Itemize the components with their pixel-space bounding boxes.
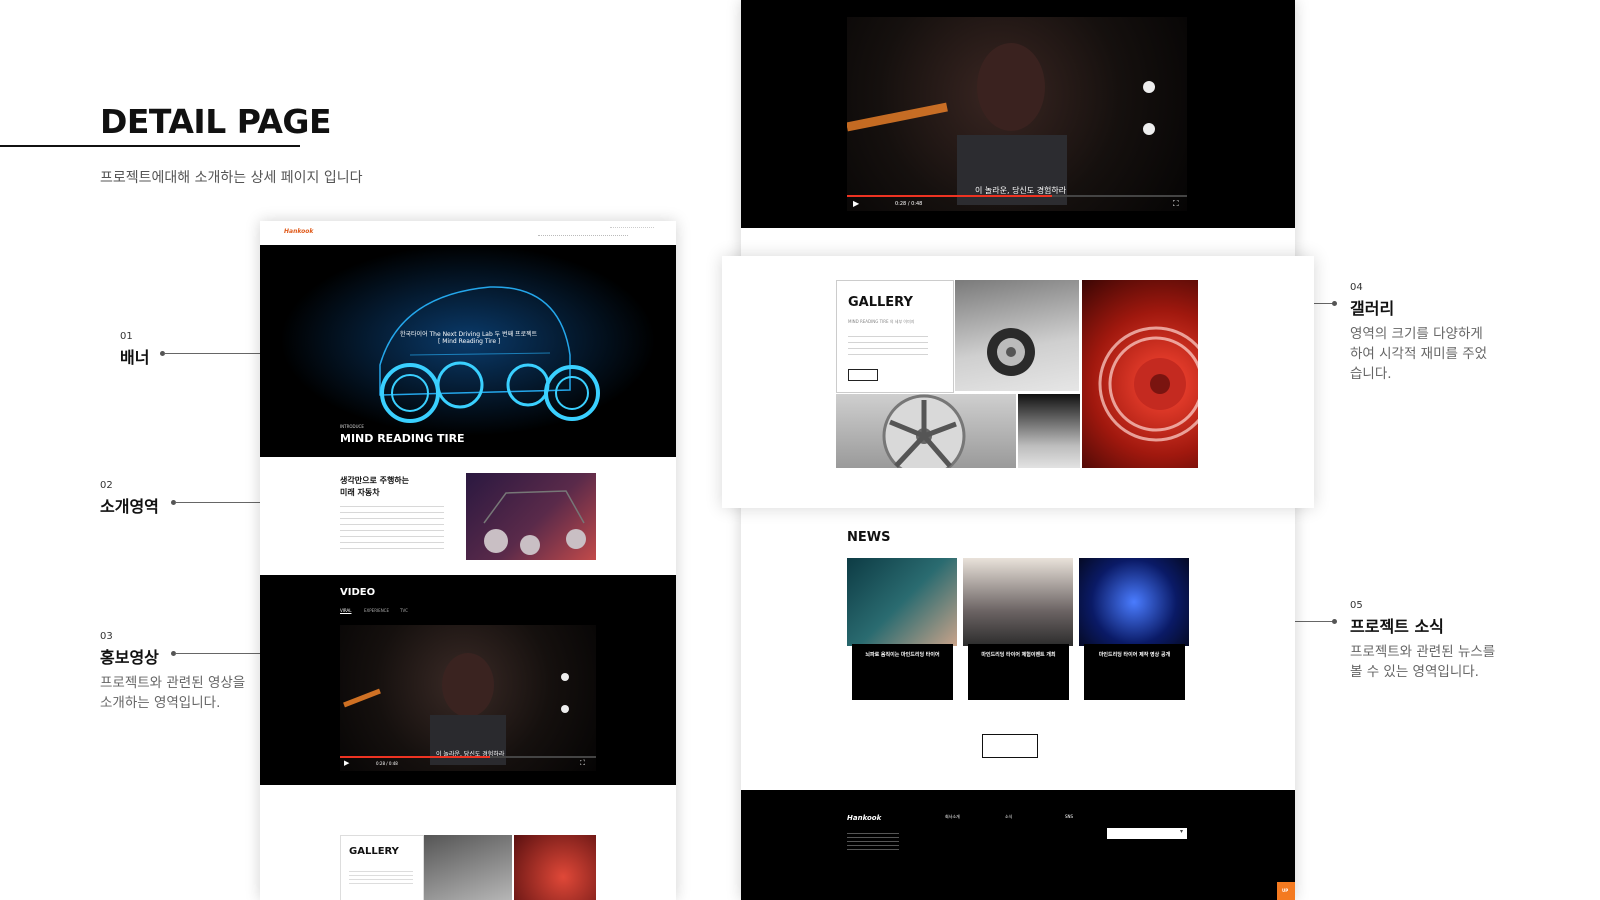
intro-heading-line2: 미래 자동차 (340, 488, 380, 497)
scroll-up-button[interactable]: UP (1277, 882, 1295, 900)
callout-05-dot (1332, 619, 1337, 624)
news-card-2[interactable]: 마인드리딩 타이어 체험이벤트 개최 (963, 558, 1073, 700)
footer-family-site-select[interactable]: ▾ (1107, 828, 1187, 839)
callout-03-label: 홍보영상 (100, 648, 159, 667)
gallery-title: GALLERY (848, 295, 913, 310)
video-section-title: VIDEO (340, 587, 376, 598)
news-more-button[interactable] (982, 734, 1038, 758)
footer-col-2: 소식 (1005, 814, 1013, 819)
callout-01-number: 01 (120, 331, 133, 342)
news-card-3[interactable]: 마인드리딩 타이어 제작 영상 공개 (1079, 558, 1189, 700)
gallery-image-rim-closeup[interactable] (836, 394, 1016, 478)
footer-col-1: 회사소개 (945, 814, 960, 819)
gallery-title-small: GALLERY (349, 846, 399, 857)
right-video-player[interactable]: 이 놀라운, 당신도 경험하라 ▶ 0:28 / 0:48 ⛶ (846, 17, 1187, 211)
news-title: NEWS (847, 530, 891, 545)
news-card-2-title: 마인드리딩 타이어 체험이벤트 개최 (981, 652, 1056, 658)
gallery-kicker: MIND READING TIRE 의 세부 이미지 (848, 319, 915, 324)
right-play-icon[interactable]: ▶ (853, 199, 859, 208)
callout-01-label: 배너 (120, 348, 150, 367)
mock-footer: Hankook 회사소개 소식 SNS ▾ UP (741, 790, 1295, 900)
footer-logo[interactable]: Hankook (847, 814, 881, 822)
mock-gallery-section: GALLERY (260, 785, 676, 900)
callout-01-leader (164, 353, 260, 354)
gallery-text-small (349, 868, 413, 886)
callout-03-number: 03 (100, 631, 113, 642)
callout-03-description: 프로젝트와 관련된 영상을 소개하는 영역입니다. (100, 675, 246, 711)
callout-02-label: 소개영역 (100, 497, 159, 516)
callout-04-label: 갤러리 (1350, 299, 1395, 318)
video-tab-experience[interactable]: EXPERIENCE (364, 608, 389, 613)
video-player[interactable]: 이 놀라운, 당신도 경험하라 ▶ 0:28 / 0:48 ⛶ (340, 625, 596, 771)
mock-intro-section: 생각만으로 주행하는 미래 자동차 (260, 457, 676, 575)
chevron-down-icon: ▾ (1179, 828, 1183, 835)
callout-05-description: 프로젝트와 관련된 뉴스를 볼 수 있는 영역입니다. (1350, 644, 1496, 680)
video-seekbar[interactable] (340, 756, 596, 758)
right-fullscreen-icon[interactable]: ⛶ (1173, 199, 1179, 209)
callout-04-number: 04 (1350, 282, 1363, 293)
news-card-1[interactable]: 뇌파로 움직이는 마인드리딩 타이어 (847, 558, 957, 700)
title-underline (0, 145, 300, 147)
gallery-image-red-tire[interactable] (1082, 280, 1214, 468)
gallery-description (848, 333, 928, 355)
callout-05-number: 05 (1350, 600, 1363, 611)
mock-header: Hankook (260, 221, 676, 245)
right-video-time: 0:28 / 0:48 (895, 201, 923, 207)
video-tab-viral[interactable]: VIRAL (340, 608, 352, 613)
footer-company-info (847, 830, 899, 850)
play-icon[interactable]: ▶ (344, 759, 349, 767)
page-title: DETAIL PAGE (100, 102, 332, 141)
video-tab-tvc[interactable]: TVC (400, 608, 408, 613)
up-label: UP (1282, 888, 1289, 893)
gallery-image-car-small[interactable] (1018, 394, 1080, 468)
page-subtitle: 프로젝트에대해 소개하는 상세 페이지 입니다 (100, 170, 363, 186)
callout-05-label: 프로젝트 소식 (1350, 617, 1444, 636)
video-time: 0:28 / 0:48 (376, 761, 398, 766)
holographic-car-image (260, 245, 676, 457)
intro-heading-line1: 생각만으로 주행하는 (340, 476, 410, 485)
gallery-image-wheel-side[interactable] (955, 280, 1079, 391)
gallery-image-1[interactable] (424, 835, 512, 900)
fullscreen-icon[interactable]: ⛶ (580, 759, 585, 768)
gallery-more-button[interactable] (848, 369, 878, 381)
callout-04-dot (1332, 301, 1337, 306)
callout-02-leader (175, 502, 260, 503)
right-video-section: 이 놀라운, 당신도 경험하라 ▶ 0:28 / 0:48 ⛶ (741, 0, 1295, 228)
banner-kicker: INTRODUCE (340, 424, 364, 429)
hankook-logo[interactable]: Hankook (284, 228, 313, 235)
intro-body-text (340, 503, 444, 551)
intro-car-image (466, 473, 596, 560)
callout-05-leader (1292, 621, 1334, 622)
gallery-panel: GALLERY MIND READING TIRE 의 세부 이미지 (722, 256, 1314, 508)
callout-03-leader (175, 653, 260, 654)
news-card-3-title: 마인드리딩 타이어 제작 영상 공개 (1098, 652, 1171, 658)
news-card-1-title: 뇌파로 움직이는 마인드리딩 타이어 (865, 652, 940, 658)
left-page-mockup: Hankook 한국타이어 The Next Driving Lab 두 번째 … (260, 221, 676, 900)
banner-title: MIND READING TIRE (340, 432, 465, 445)
callout-04-description: 영역의 크기를 다양하게 하여 시각적 재미를 주었습니다. (1350, 326, 1488, 382)
gallery-intro-card: GALLERY MIND READING TIRE 의 세부 이미지 (836, 280, 954, 393)
right-video-seekbar[interactable] (847, 195, 1187, 197)
footer-col-3: SNS (1065, 814, 1074, 819)
mock-util-menu[interactable] (610, 227, 654, 230)
gallery-card: GALLERY (340, 835, 424, 900)
callout-02-number: 02 (100, 480, 113, 491)
gallery-image-2[interactable] (514, 835, 596, 900)
mock-banner: 한국타이어 The Next Driving Lab 두 번째 프로젝트 [ M… (260, 245, 676, 457)
mock-nav-menu[interactable] (538, 235, 628, 238)
banner-caption-line2: [ Mind Reading Tire ] (438, 338, 501, 345)
banner-caption-line1: 한국타이어 The Next Driving Lab 두 번째 프로젝트 (400, 331, 538, 338)
mock-video-section: VIDEO VIRAL EXPERIENCE TVC 이 놀라운, 당신도 경험… (260, 575, 676, 785)
